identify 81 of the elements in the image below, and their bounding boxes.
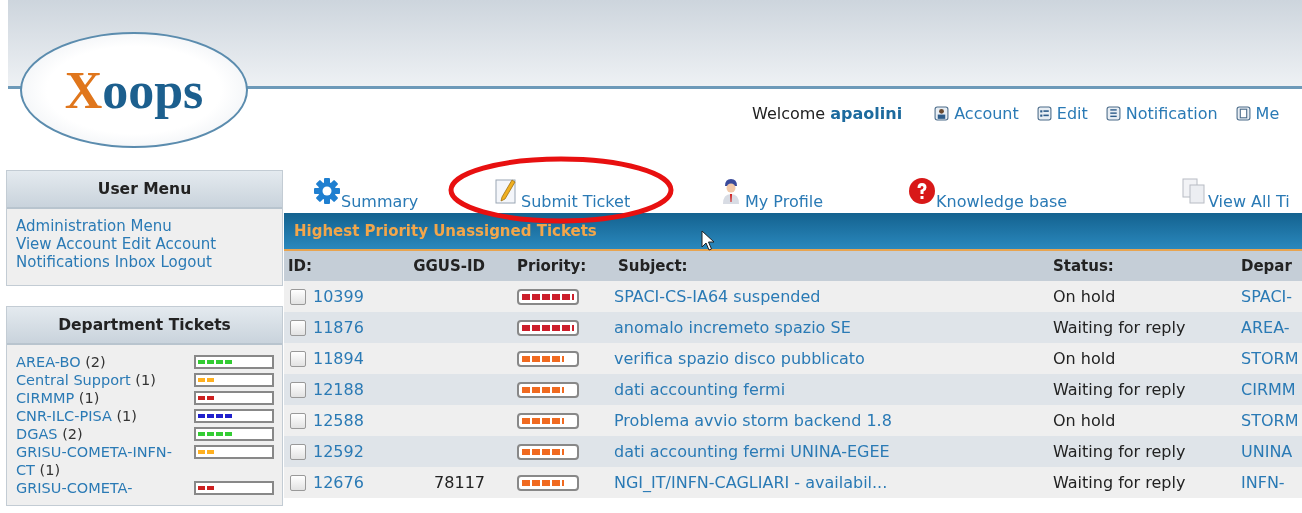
status-cell: On hold bbox=[1053, 411, 1116, 430]
nav-link[interactable]: Knowledge base bbox=[908, 177, 1068, 213]
status-cell: Waiting for reply bbox=[1053, 473, 1186, 492]
row-checkbox[interactable] bbox=[290, 350, 306, 367]
department-link[interactable]: AREA- bbox=[1241, 318, 1290, 337]
ticket-id-link[interactable]: 12592 bbox=[313, 442, 364, 461]
user-link[interactable]: Notification bbox=[1105, 104, 1218, 123]
nav-link[interactable]: My Profile bbox=[717, 177, 824, 213]
ggus-id-cell: 78117 bbox=[434, 473, 485, 492]
documents-icon bbox=[1180, 177, 1208, 205]
priority-bar bbox=[517, 350, 579, 367]
person-icon bbox=[934, 106, 950, 121]
subject-link[interactable]: Problema avvio storm backend 1.8 bbox=[614, 411, 892, 430]
priority-bar bbox=[517, 288, 579, 305]
subject-link[interactable]: SPACI-CS-IA64 suspended bbox=[614, 287, 821, 306]
department-link[interactable]: CIRMMP (1) bbox=[16, 389, 188, 407]
department-link[interactable]: UNINA bbox=[1241, 442, 1293, 461]
ticket-id-link[interactable]: 11894 bbox=[313, 349, 364, 368]
nav-link[interactable]: Summary bbox=[313, 177, 419, 213]
priority-bar bbox=[517, 412, 579, 429]
department-link[interactable]: SPACI- bbox=[1241, 287, 1293, 306]
row-checkbox[interactable] bbox=[290, 474, 306, 491]
column-header: Depar bbox=[1240, 257, 1293, 275]
question-icon bbox=[908, 177, 936, 205]
department-link[interactable]: CIRMM bbox=[1241, 380, 1296, 399]
user-link[interactable]: Me bbox=[1235, 104, 1280, 123]
column-header: Status: bbox=[1052, 257, 1115, 275]
subject-link[interactable]: dati accounting fermi UNINA-EGEE bbox=[614, 442, 890, 461]
column-header: ID: bbox=[287, 257, 314, 275]
ticket-id-link[interactable]: 12588 bbox=[313, 411, 364, 430]
department-link[interactable]: INFN- bbox=[1241, 473, 1285, 492]
row-checkbox[interactable] bbox=[290, 381, 306, 398]
list-icon bbox=[1036, 106, 1052, 121]
user-link[interactable]: Account bbox=[934, 104, 1019, 123]
user-menu-link[interactable]: View Account bbox=[16, 235, 117, 253]
priority-bar bbox=[517, 474, 579, 491]
document-icon bbox=[1105, 106, 1121, 121]
nav-link[interactable]: View All Ti bbox=[1180, 177, 1290, 213]
note-icon bbox=[1235, 106, 1251, 121]
department-link[interactable]: DGAS (2) bbox=[16, 425, 188, 443]
status-cell: Waiting for reply bbox=[1053, 442, 1186, 461]
status-cell: On hold bbox=[1053, 287, 1116, 306]
priority-bar bbox=[517, 443, 579, 460]
subject-link[interactable]: verifica spazio disco pubblicato bbox=[614, 349, 865, 368]
status-cell: On hold bbox=[1053, 349, 1116, 368]
row-checkbox[interactable] bbox=[290, 288, 306, 305]
column-header: Subject: bbox=[617, 257, 689, 275]
row-checkbox[interactable] bbox=[290, 443, 306, 460]
user-menu-link[interactable]: Administration Menu bbox=[16, 217, 172, 235]
user-menu-link[interactable]: Edit Account bbox=[121, 235, 217, 253]
subject-link[interactable]: dati accounting fermi bbox=[614, 380, 786, 399]
status-cell: Waiting for reply bbox=[1053, 318, 1186, 337]
status-cell: Waiting for reply bbox=[1053, 380, 1186, 399]
ticket-id-link[interactable]: 11876 bbox=[313, 318, 364, 337]
ticket-id-link[interactable]: 12676 bbox=[313, 473, 364, 492]
ticket-id-link[interactable]: 10399 bbox=[313, 287, 364, 306]
priority-bar bbox=[517, 319, 579, 336]
department-link[interactable]: AREA-BO (2) bbox=[16, 353, 188, 371]
cursor-icon bbox=[701, 230, 715, 252]
department-tickets-title: Department Tickets bbox=[7, 307, 282, 345]
department-link[interactable]: Central Support (1) bbox=[16, 371, 188, 389]
user-menu-title: User Menu bbox=[7, 171, 282, 209]
column-header: GGUS-ID bbox=[412, 257, 486, 275]
priority-bar bbox=[517, 381, 579, 398]
user-menu-link[interactable]: Notifications bbox=[16, 253, 110, 271]
department-link[interactable]: GRISU-COMETA- bbox=[16, 479, 188, 497]
department-link[interactable]: GRISU-COMETA-INFN-CT (1) bbox=[16, 443, 188, 479]
column-header: Priority: bbox=[516, 257, 588, 275]
welcome-text: Welcome apaolini bbox=[752, 104, 903, 123]
user-link[interactable]: Edit bbox=[1036, 104, 1088, 123]
department-link[interactable]: STORM bbox=[1241, 411, 1299, 430]
ticket-id-link[interactable]: 12188 bbox=[313, 380, 364, 399]
row-checkbox[interactable] bbox=[290, 412, 306, 429]
department-link[interactable]: CNR-ILC-PISA (1) bbox=[16, 407, 188, 425]
user-menu-link[interactable]: Logout bbox=[160, 253, 212, 271]
table-title: Highest Priority Unassigned Tickets bbox=[294, 222, 597, 240]
user-menu-link[interactable]: Inbox bbox=[114, 253, 156, 271]
row-checkbox[interactable] bbox=[290, 319, 306, 336]
department-link[interactable]: STORM bbox=[1241, 349, 1299, 368]
subject-link[interactable]: anomalo incremeto spazio SE bbox=[614, 318, 851, 337]
subject-link[interactable]: NGI_IT/INFN-CAGLIARI - availabil... bbox=[614, 473, 888, 492]
